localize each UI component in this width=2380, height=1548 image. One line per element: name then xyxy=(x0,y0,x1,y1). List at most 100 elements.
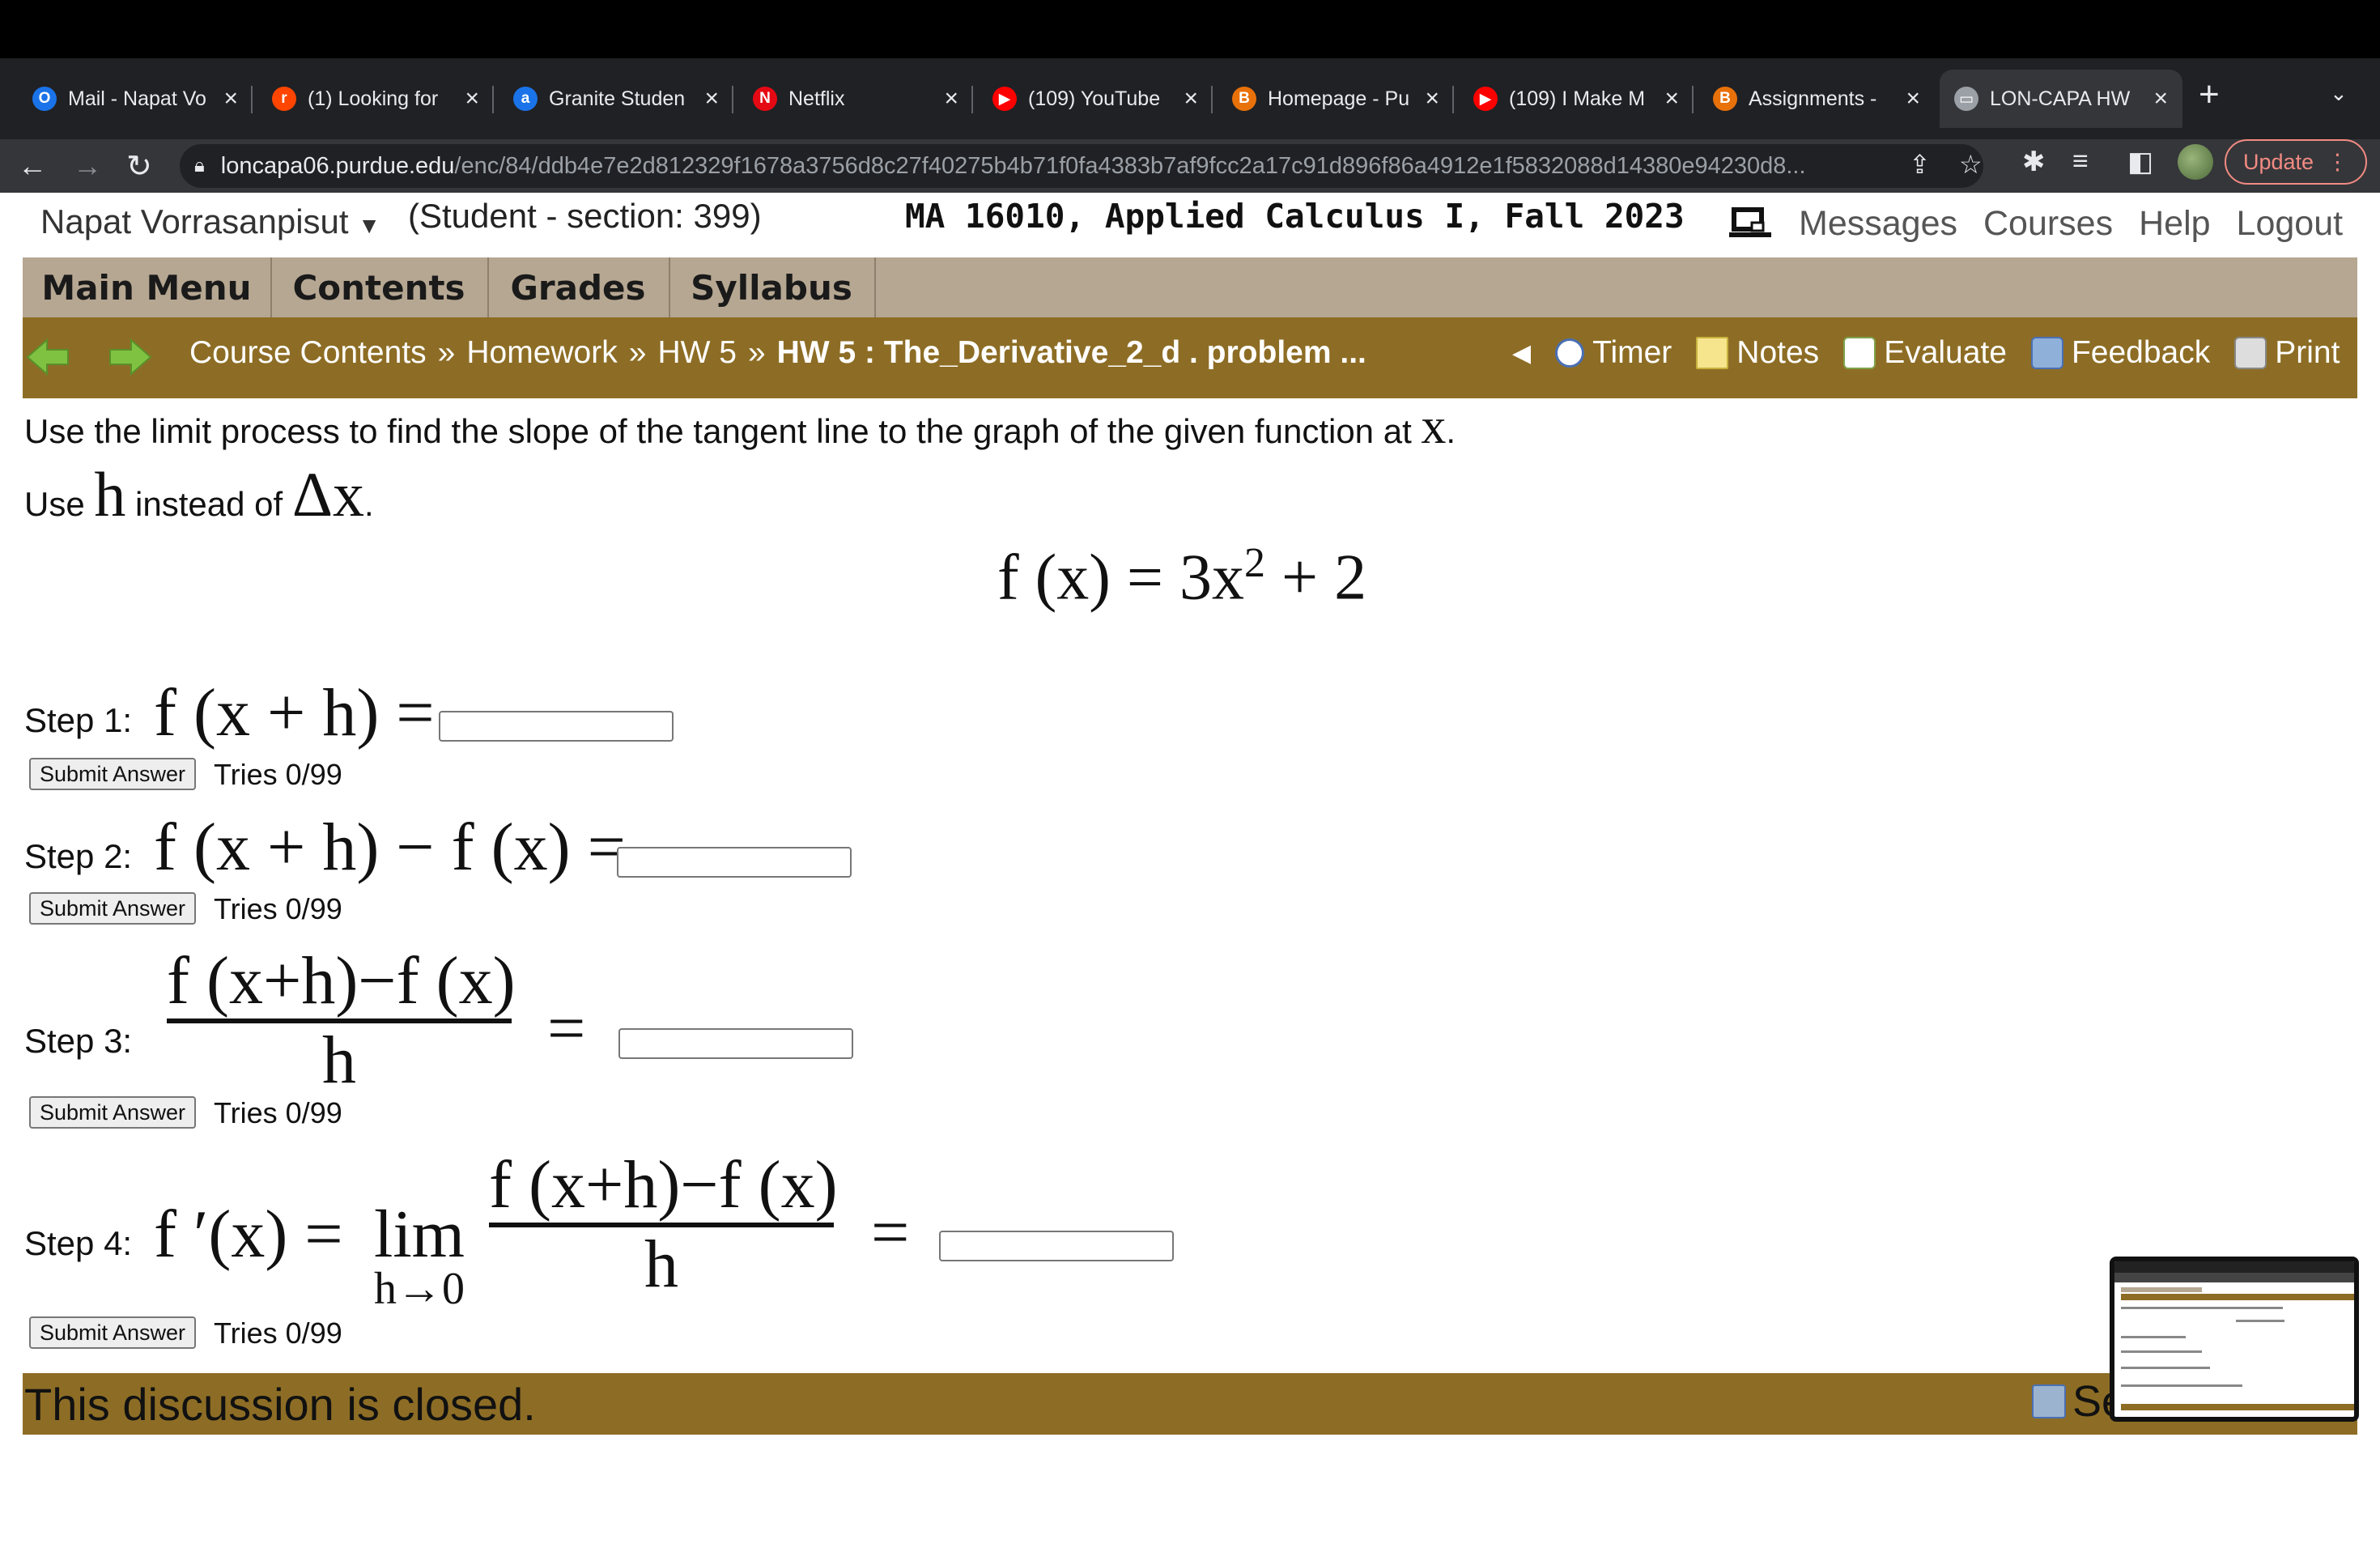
step4-numerator: f (x+h)−f (x) xyxy=(489,1147,838,1223)
close-tab-icon[interactable]: × xyxy=(223,85,238,113)
step1-expression: f (x + h) = xyxy=(154,675,435,751)
tab-title: Homepage - Pu xyxy=(1268,87,1410,110)
thumb-line xyxy=(2121,1384,2242,1387)
tab-separator xyxy=(251,86,253,113)
browser-tab[interactable]: ▶ (109) I Make M × xyxy=(1459,70,1694,128)
close-tab-icon[interactable]: × xyxy=(1184,85,1198,113)
logout-link[interactable]: Logout xyxy=(2237,204,2344,244)
browser-tab[interactable]: B Assignments - × xyxy=(1698,70,1935,128)
breadcrumb-homework[interactable]: Homework xyxy=(466,335,617,371)
close-tab-icon[interactable]: × xyxy=(2153,85,2168,113)
user-name: Napat Vorrasanpisut xyxy=(40,202,349,240)
tab-separator xyxy=(732,86,733,113)
next-arrow-icon[interactable] xyxy=(107,337,152,381)
tab-separator xyxy=(1452,86,1454,113)
chevron-down-icon: ▼ xyxy=(358,213,380,238)
navigation-bar: Course Contents » Homework » HW 5 » HW 5… xyxy=(23,317,2357,398)
stopwatch-icon xyxy=(1555,338,1585,368)
step4-tries: Tries 0/99 xyxy=(214,1316,342,1350)
back-icon[interactable]: ← xyxy=(18,141,47,191)
close-tab-icon[interactable]: × xyxy=(1664,85,1679,113)
nav-tools: ◀ Timer Notes Evaluate Feedback Print xyxy=(1512,335,2340,371)
step2-submit-button[interactable]: Submit Answer xyxy=(29,892,196,925)
youtube-icon: ▶ xyxy=(992,87,1017,111)
new-tab-icon[interactable]: + xyxy=(2199,74,2220,115)
close-tab-icon[interactable]: × xyxy=(1425,85,1439,113)
close-tab-icon[interactable]: × xyxy=(1906,85,1920,113)
step2-answer-input[interactable] xyxy=(617,847,852,878)
step1-answer-input[interactable] xyxy=(439,711,674,742)
browser-tab[interactable]: a Granite Studen × xyxy=(499,70,733,128)
extensions-icon[interactable]: ✱ xyxy=(2022,146,2046,178)
step3-equals: = xyxy=(547,991,586,1066)
thumb-navbar xyxy=(2121,1294,2354,1300)
menu-grades[interactable]: Grades xyxy=(487,257,670,317)
use-prefix: Use xyxy=(24,485,85,523)
window-top-bar xyxy=(0,0,2380,58)
use-mid: instead of xyxy=(135,485,283,523)
step2-tries: Tries 0/99 xyxy=(214,892,342,925)
laptop-icon[interactable] xyxy=(1728,206,1773,242)
previous-arrow-icon[interactable] xyxy=(26,337,71,381)
menu-contents[interactable]: Contents xyxy=(270,257,489,317)
brightspace-icon: B xyxy=(1232,87,1256,111)
menu-main-menu[interactable]: Main Menu xyxy=(23,257,272,317)
timer-tool[interactable]: Timer xyxy=(1555,335,1672,371)
close-tab-icon[interactable]: × xyxy=(704,85,719,113)
browser-tab[interactable]: ▶ (109) YouTube × xyxy=(978,70,1213,128)
profile-avatar[interactable] xyxy=(2178,144,2213,180)
delta-x: Δx xyxy=(291,459,365,529)
step1-submit-button[interactable]: Submit Answer xyxy=(29,758,196,790)
step4-lhs: f ′(x) = xyxy=(154,1197,343,1272)
reload-icon[interactable]: ↻ xyxy=(126,141,152,191)
breadcrumb-course-contents[interactable]: Course Contents xyxy=(189,335,427,371)
notes-tool[interactable]: Notes xyxy=(1696,335,1819,371)
function-definition: f (x) = 3x2 + 2 xyxy=(997,539,1366,615)
evaluate-tool[interactable]: Evaluate xyxy=(1843,335,2007,371)
menu-syllabus[interactable]: Syllabus xyxy=(669,257,876,317)
user-name-menu[interactable]: Napat Vorrasanpisut ▼ xyxy=(40,202,380,241)
collapse-triangle-icon[interactable]: ◀ xyxy=(1512,339,1531,368)
update-button[interactable]: Update ⋮ xyxy=(2225,139,2367,185)
thumb-line xyxy=(2121,1350,2202,1353)
tab-search-chevron-icon[interactable]: ⌄ xyxy=(2330,81,2348,106)
close-tab-icon[interactable]: × xyxy=(944,85,958,113)
share-icon[interactable]: ⇪ xyxy=(1909,149,1931,180)
browser-tab[interactable]: O Mail - Napat Vo × xyxy=(18,70,253,128)
function-exponent: 2 xyxy=(1244,540,1266,586)
instruction-variable: x xyxy=(1421,399,1447,454)
url-field[interactable]: 🔒︎ loncapa06.purdue.edu/enc/84/ddb4e7e2d… xyxy=(180,144,1983,188)
reddit-icon: r xyxy=(272,87,296,111)
browser-tab[interactable]: r (1) Looking for × xyxy=(257,70,494,128)
browser-tab[interactable]: N Netflix × xyxy=(738,70,973,128)
screenshot-thumbnail[interactable] xyxy=(2110,1257,2359,1422)
media-control-icon[interactable]: ≡ xyxy=(2072,146,2089,177)
step3-submit-button[interactable]: Submit Answer xyxy=(29,1096,196,1129)
browser-tab[interactable]: ▭ LON-CAPA HW × xyxy=(1940,70,2182,128)
step4-submit-button[interactable]: Submit Answer xyxy=(29,1316,196,1349)
browser-tab[interactable]: B Homepage - Pu × xyxy=(1218,70,1454,128)
thumb-chrome xyxy=(2114,1261,2354,1273)
update-label: Update xyxy=(2242,149,2314,174)
bookmark-star-icon[interactable]: ☆ xyxy=(1959,149,1983,180)
step4-denominator: h xyxy=(644,1227,678,1302)
course-title: MA 16010, Applied Calculus I, Fall 2023 xyxy=(905,197,1685,236)
feedback-label: Feedback xyxy=(2071,335,2211,370)
side-panel-icon[interactable]: ◧ xyxy=(2127,146,2153,178)
messages-link[interactable]: Messages xyxy=(1799,204,1957,244)
feedback-tool[interactable]: Feedback xyxy=(2030,335,2211,371)
step4-answer-input[interactable] xyxy=(939,1231,1174,1261)
tab-title: (109) I Make M xyxy=(1509,87,1646,110)
print-tool[interactable]: Print xyxy=(2234,335,2340,371)
courses-link[interactable]: Courses xyxy=(1983,204,2113,244)
close-tab-icon[interactable]: × xyxy=(465,85,479,113)
tab-title: (109) YouTube xyxy=(1028,87,1161,110)
notes-label: Notes xyxy=(1736,335,1820,370)
breadcrumb-separator-icon: » xyxy=(747,335,766,370)
instruction-text: Use the limit process to find the slope … xyxy=(24,412,1412,450)
step3-answer-input[interactable] xyxy=(618,1028,853,1059)
breadcrumb-hw5[interactable]: HW 5 xyxy=(657,335,737,371)
help-link[interactable]: Help xyxy=(2139,204,2210,244)
forward-icon[interactable]: → xyxy=(73,141,102,191)
step4-limit: lim xyxy=(374,1197,465,1272)
